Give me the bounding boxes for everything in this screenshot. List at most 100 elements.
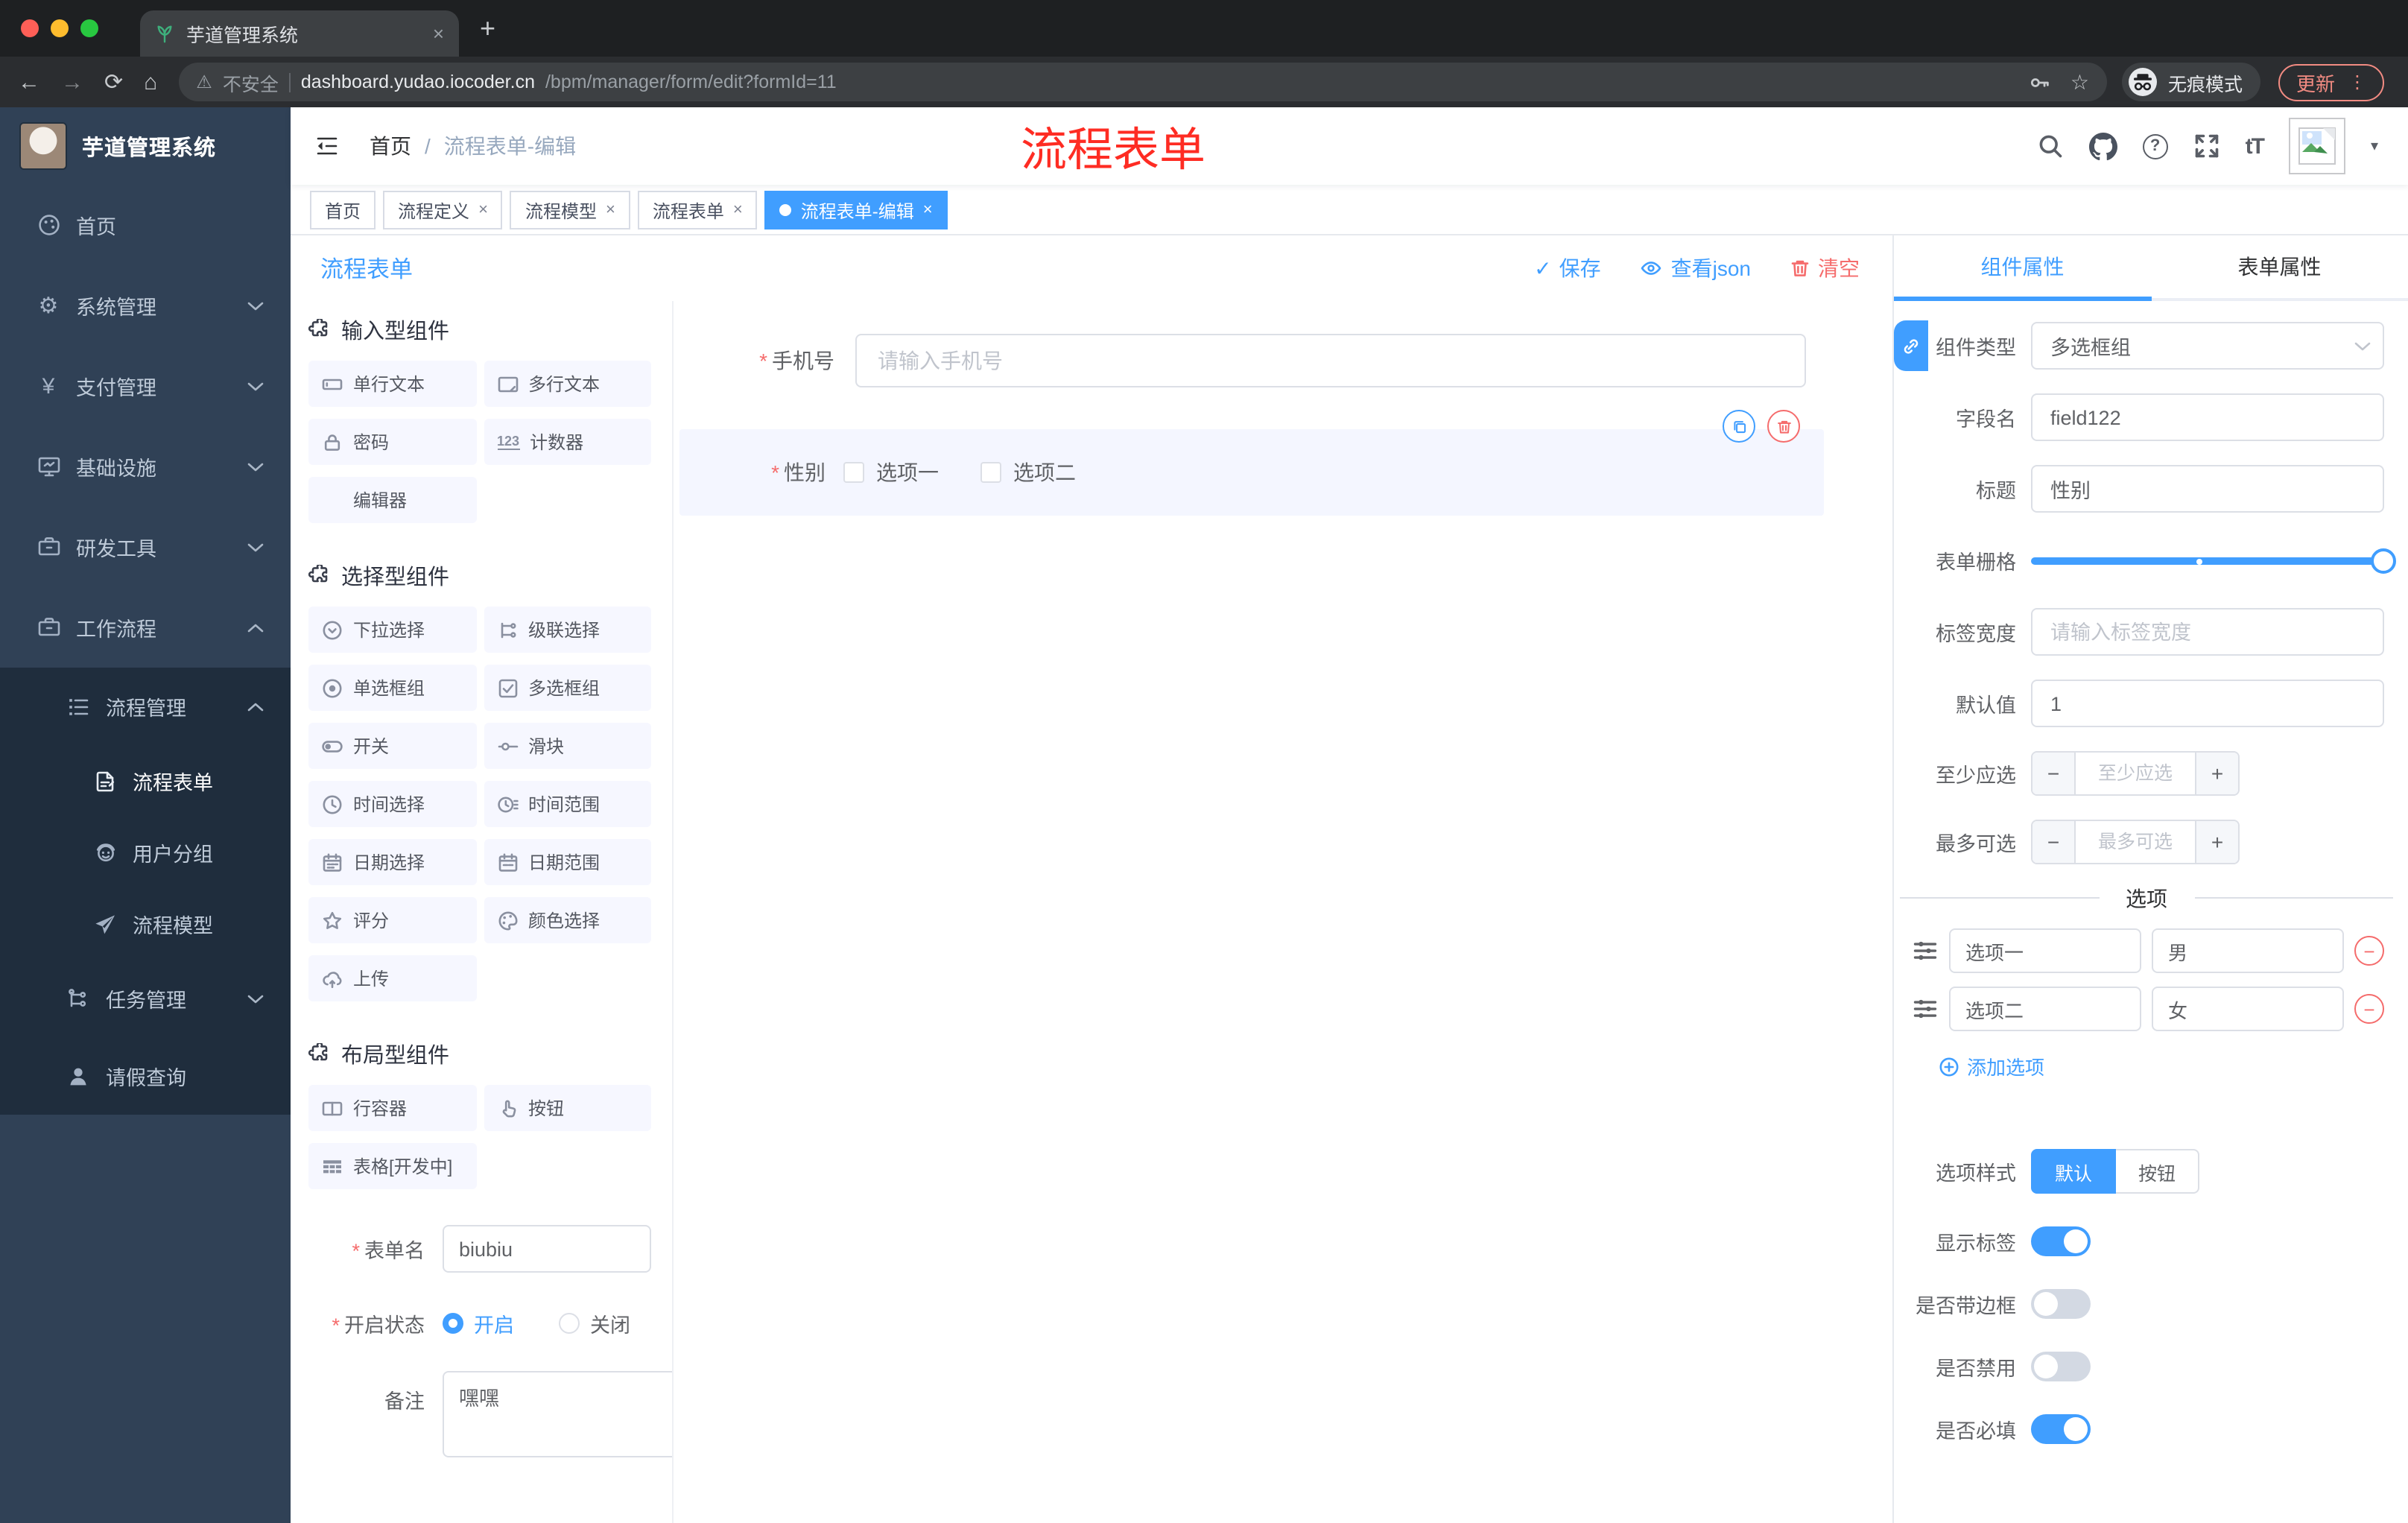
palette-item-table[interactable]: 表格[开发中]: [308, 1143, 476, 1189]
palette-item-switch[interactable]: 开关: [308, 723, 476, 769]
required-toggle[interactable]: [2031, 1414, 2091, 1444]
close-tab-icon[interactable]: ×: [433, 22, 444, 45]
option-label-input[interactable]: [1949, 928, 2141, 973]
drag-handle-icon[interactable]: [1912, 995, 1939, 1022]
new-tab-button[interactable]: +: [480, 13, 495, 44]
canvas-field-gender-selected[interactable]: * 性别 选项一 选项二: [679, 410, 1824, 516]
sidebar-item-payment[interactable]: ¥ 支付管理: [0, 346, 291, 426]
slider-handle[interactable]: [2371, 548, 2396, 574]
form-name-input[interactable]: [443, 1225, 651, 1273]
remove-option-button[interactable]: −: [2354, 994, 2384, 1024]
palette-item-slider[interactable]: 滑块: [484, 723, 651, 769]
delete-component-button[interactable]: [1767, 410, 1800, 443]
form-canvas[interactable]: * 手机号 请输入手机号 * 性别 选项一 选项二: [674, 301, 1892, 1523]
tag-process-model[interactable]: 流程模型 ×: [510, 191, 630, 229]
sidebar-item-workflow[interactable]: 工作流程: [0, 587, 291, 668]
palette-item-cascader[interactable]: 级联选择: [484, 607, 651, 653]
reload-icon[interactable]: ⟳: [104, 69, 123, 95]
zoom-window-button[interactable]: [80, 19, 98, 37]
checkbox-icon[interactable]: [980, 462, 1001, 483]
home-icon[interactable]: ⌂: [144, 69, 157, 95]
tab-component-props[interactable]: 组件属性: [1894, 235, 2151, 301]
palette-item-date-range[interactable]: 日期范围: [484, 839, 651, 885]
palette-item-row-container[interactable]: 行容器: [308, 1085, 476, 1131]
address-bar[interactable]: ⚠ 不安全 dashboard.yudao.iocoder.cn/bpm/man…: [178, 63, 2107, 101]
default-value-input[interactable]: [2031, 680, 2384, 727]
slider-track[interactable]: [2031, 557, 2384, 565]
palette-item-date-picker[interactable]: 日期选择: [308, 839, 476, 885]
collapse-sidebar-icon[interactable]: [314, 134, 340, 158]
add-option-button[interactable]: 添加选项: [1939, 1052, 2408, 1080]
sidebar-item-system[interactable]: ⚙ 系统管理: [0, 265, 291, 346]
palette-item-button[interactable]: 按钮: [484, 1085, 651, 1131]
field-name-input[interactable]: [2031, 393, 2384, 441]
palette-item-password[interactable]: 密码: [308, 419, 476, 465]
sidebar-item-devtools[interactable]: 研发工具: [0, 507, 291, 587]
option-value-input[interactable]: [2152, 987, 2344, 1031]
form-grid-slider[interactable]: [2031, 536, 2396, 584]
gender-option-2[interactable]: 选项二: [980, 457, 1076, 487]
font-size-icon[interactable]: tT: [2246, 133, 2265, 159]
github-icon[interactable]: [2088, 132, 2117, 160]
title-input[interactable]: [2031, 465, 2384, 513]
save-button[interactable]: ✓ 保存: [1534, 253, 1600, 283]
close-tag-icon[interactable]: ×: [478, 201, 488, 219]
drag-handle-icon[interactable]: [1912, 937, 1939, 964]
sidebar-item-leave-query[interactable]: 请假查询: [0, 1037, 291, 1115]
copy-component-button[interactable]: [1723, 410, 1755, 443]
remove-option-button[interactable]: −: [2354, 936, 2384, 966]
breadcrumb-home[interactable]: 首页: [370, 131, 411, 161]
gender-option-1[interactable]: 选项一: [843, 457, 939, 487]
style-default-button[interactable]: 默认: [2031, 1149, 2117, 1194]
search-icon[interactable]: [2037, 133, 2064, 159]
sidebar-item-process-mgmt[interactable]: 流程管理: [0, 668, 291, 745]
security-label[interactable]: 不安全: [223, 68, 279, 96]
data-binding-tag[interactable]: [1894, 320, 1928, 371]
status-radio-off[interactable]: 关闭: [559, 1308, 630, 1338]
form-remark-textarea[interactable]: 嘿嘿: [443, 1371, 672, 1457]
palette-item-time-range[interactable]: 时间范围: [484, 781, 651, 827]
increase-button[interactable]: +: [2195, 821, 2238, 863]
sidebar-item-infra[interactable]: 基础设施: [0, 426, 291, 507]
browser-menu-icon[interactable]: ⋮: [2348, 72, 2366, 92]
show-label-toggle[interactable]: [2031, 1226, 2091, 1256]
palette-item-radio-group[interactable]: 单选框组: [308, 665, 476, 711]
palette-item-upload[interactable]: 上传: [308, 955, 476, 1001]
close-window-button[interactable]: [21, 19, 39, 37]
palette-item-single-text[interactable]: 单行文本: [308, 361, 476, 407]
border-toggle[interactable]: [2031, 1289, 2091, 1319]
status-radio-on[interactable]: 开启: [443, 1308, 514, 1338]
sidebar-item-process-model[interactable]: 流程模型: [0, 888, 291, 960]
avatar-caret-icon[interactable]: ▾: [2371, 138, 2378, 154]
phone-field-input[interactable]: [855, 334, 1806, 387]
tag-process-form[interactable]: 流程表单 ×: [637, 191, 758, 229]
checkbox-icon[interactable]: [843, 462, 864, 483]
forward-icon[interactable]: →: [61, 69, 83, 95]
view-json-button[interactable]: 查看json: [1640, 253, 1751, 283]
palette-item-select[interactable]: 下拉选择: [308, 607, 476, 653]
increase-button[interactable]: +: [2195, 753, 2238, 794]
disabled-toggle[interactable]: [2031, 1352, 2091, 1381]
tab-form-props[interactable]: 表单属性: [2151, 235, 2408, 298]
fullscreen-icon[interactable]: [2193, 133, 2220, 159]
canvas-field-phone[interactable]: * 手机号: [685, 334, 1806, 387]
min-check-input[interactable]: [2076, 753, 2195, 794]
max-check-input[interactable]: [2076, 821, 2195, 863]
close-tag-icon[interactable]: ×: [733, 201, 743, 219]
option-value-input[interactable]: [2152, 928, 2344, 973]
back-icon[interactable]: ←: [18, 69, 40, 95]
palette-item-rate[interactable]: 评分: [308, 897, 476, 943]
close-tag-icon[interactable]: ×: [606, 201, 615, 219]
palette-item-checkbox-group[interactable]: 多选框组: [484, 665, 651, 711]
label-width-input[interactable]: [2031, 608, 2384, 656]
decrease-button[interactable]: −: [2032, 753, 2076, 794]
bookmark-star-icon[interactable]: ☆: [2070, 69, 2089, 95]
sidebar-item-process-form[interactable]: 流程表单: [0, 745, 291, 817]
tag-process-definition[interactable]: 流程定义 ×: [383, 191, 503, 229]
sidebar-item-home[interactable]: 首页: [0, 185, 291, 265]
avatar[interactable]: [2288, 118, 2345, 174]
tag-home[interactable]: 首页: [310, 191, 376, 229]
close-tag-icon[interactable]: ×: [923, 201, 933, 219]
browser-tab[interactable]: 芋道管理系统 ×: [140, 10, 459, 57]
option-label-input[interactable]: [1949, 987, 2141, 1031]
